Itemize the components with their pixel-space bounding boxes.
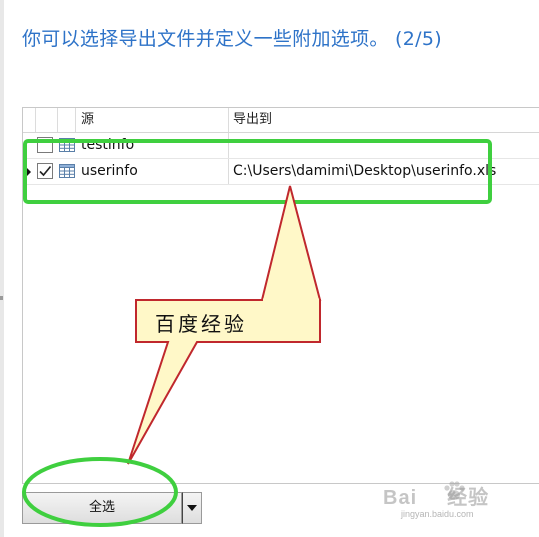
dropdown-arrow-icon	[187, 505, 197, 511]
row-checkbox[interactable]	[37, 137, 53, 153]
row-name: testinfo	[81, 137, 135, 153]
page-title: 你可以选择导出文件并定义一些附加选项。 (2/5)	[22, 28, 442, 50]
column-separator	[228, 133, 229, 158]
column-header-source[interactable]: 源	[81, 108, 94, 132]
table-icon	[59, 138, 75, 152]
header-separator	[228, 108, 229, 132]
select-options-dropdown[interactable]	[182, 492, 202, 524]
table-icon	[59, 164, 75, 178]
header-separator	[75, 108, 76, 132]
checkmark-icon	[39, 165, 52, 177]
header-separator	[35, 108, 36, 132]
callout-label: 百度经验	[155, 312, 247, 336]
table-row[interactable]: userinfo C:\Users\damimi\Desktop\userinf…	[23, 159, 539, 185]
window-left-edge	[0, 0, 4, 537]
table-row[interactable]: testinfo	[23, 133, 539, 159]
row-indicator	[23, 133, 35, 158]
row-name: userinfo	[81, 163, 138, 179]
header-separator	[57, 108, 58, 132]
export-table: 源 导出到 testinfo userinfo C:\Users\damimi\…	[22, 107, 539, 484]
table-header: 源 导出到	[23, 108, 539, 133]
watermark-brand: Bai	[383, 487, 418, 509]
row-pointer-icon	[26, 167, 31, 177]
window-edge-mark	[0, 296, 3, 300]
column-header-export-to[interactable]: 导出到	[233, 108, 272, 132]
baidu-paw-icon	[444, 481, 465, 500]
row-export-path[interactable]: C:\Users\damimi\Desktop\userinfo.xls	[233, 159, 496, 184]
select-all-button[interactable]: 全选	[22, 492, 182, 524]
column-separator	[228, 159, 229, 184]
baidu-watermark: Bai 经验	[383, 481, 489, 510]
row-indicator	[23, 159, 35, 184]
row-checkbox[interactable]	[37, 163, 53, 179]
watermark-url: jingyan.baidu.com	[401, 509, 474, 519]
